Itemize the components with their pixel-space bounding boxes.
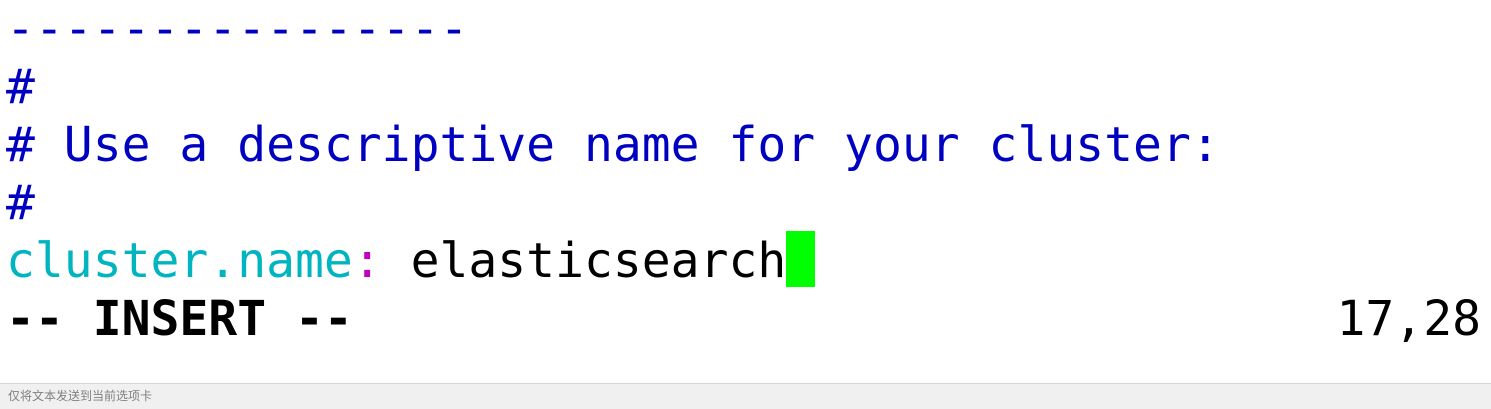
- status-hint-text: 仅将文本发送到当前选项卡: [8, 389, 153, 403]
- text-cursor: [786, 231, 816, 287]
- send-text-status-bar[interactable]: 仅将文本发送到当前选项卡: [0, 383, 1491, 409]
- config-key: cluster.name: [6, 233, 353, 289]
- config-colon: :: [352, 233, 382, 289]
- mode-indicator: -- INSERT --: [6, 291, 353, 347]
- cursor-position-ruler: 17,28: [1336, 291, 1482, 347]
- config-line-cluster-name[interactable]: cluster.name: elasticsearch: [6, 231, 816, 290]
- comment-hash-line-2: #: [6, 175, 35, 231]
- comment-hash-line: #: [6, 59, 35, 115]
- terminal-window[interactable]: ---------------- # # Use a descriptive n…: [0, 0, 1491, 383]
- config-value[interactable]: elasticsearch: [382, 233, 787, 289]
- comment-separator-line: ----------------: [6, 1, 469, 57]
- comment-description-line: # Use a descriptive name for your cluste…: [6, 117, 1220, 173]
